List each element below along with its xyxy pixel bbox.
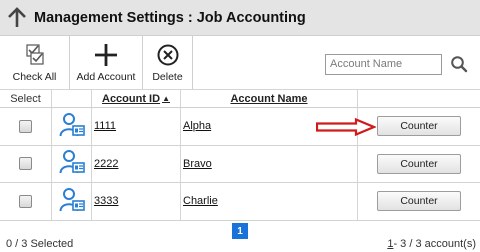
search-icon[interactable] — [446, 52, 472, 76]
column-header-account-id[interactable]: Account ID ▲ — [92, 90, 181, 107]
table-header: Select Account ID ▲ Account Name — [0, 90, 480, 108]
account-id-link[interactable]: 1111 — [94, 120, 116, 132]
account-name-link[interactable]: Charlie — [183, 195, 218, 207]
column-header-account-name[interactable]: Account Name — [181, 90, 358, 107]
account-id-link[interactable]: 2222 — [94, 158, 118, 170]
column-header-select: Select — [0, 90, 52, 107]
user-card-icon — [59, 149, 85, 178]
account-name-link[interactable]: Alpha — [183, 120, 211, 132]
counter-button[interactable]: Counter — [377, 153, 461, 174]
table-row: 2222 Bravo Counter — [0, 145, 480, 183]
account-name-link[interactable]: Bravo — [183, 158, 212, 170]
user-card-icon — [59, 112, 85, 141]
column-header-action — [358, 90, 480, 107]
counter-button[interactable]: Counter — [377, 116, 461, 137]
page-title: Management Settings : Job Accounting — [34, 9, 306, 26]
table-row: 1111 Alpha Counter — [0, 108, 480, 146]
column-header-icon — [52, 90, 92, 107]
check-all-icon — [22, 41, 48, 69]
title-bar: Management Settings : Job Accounting — [0, 0, 480, 36]
row-checkbox[interactable] — [19, 119, 32, 133]
circle-x-icon — [156, 41, 180, 69]
toolbar: Check All Add Account Delete — [0, 36, 480, 90]
check-all-button[interactable]: Check All — [0, 36, 70, 89]
add-account-button[interactable]: Add Account — [70, 36, 143, 89]
counter-button[interactable]: Counter — [377, 191, 461, 212]
account-table: Select Account ID ▲ Account Name 1111 Al… — [0, 90, 480, 221]
search-area — [325, 52, 472, 76]
sort-ascending-icon: ▲ — [162, 94, 170, 103]
account-id-header-label: Account ID — [102, 92, 161, 105]
user-card-icon — [59, 187, 85, 216]
red-arrow-icon — [315, 117, 377, 139]
table-row: 3333 Charlie Counter — [0, 183, 480, 221]
page-button-current[interactable]: 1 — [232, 223, 248, 239]
plus-icon — [93, 41, 119, 69]
range-rest: - 3 / 3 account(s) — [393, 238, 476, 250]
add-account-label: Add Account — [76, 71, 136, 83]
back-arrow-icon[interactable] — [0, 0, 34, 36]
row-checkbox[interactable] — [19, 194, 32, 208]
delete-label: Delete — [152, 71, 183, 83]
search-input[interactable] — [325, 53, 442, 75]
delete-button[interactable]: Delete — [143, 36, 193, 89]
account-range: 1 - 3 / 3 account(s) — [387, 238, 476, 250]
account-id-link[interactable]: 3333 — [94, 195, 118, 207]
row-checkbox[interactable] — [19, 157, 32, 171]
check-all-label: Check All — [12, 71, 57, 83]
selection-count: 0 / 3 Selected — [6, 238, 74, 250]
